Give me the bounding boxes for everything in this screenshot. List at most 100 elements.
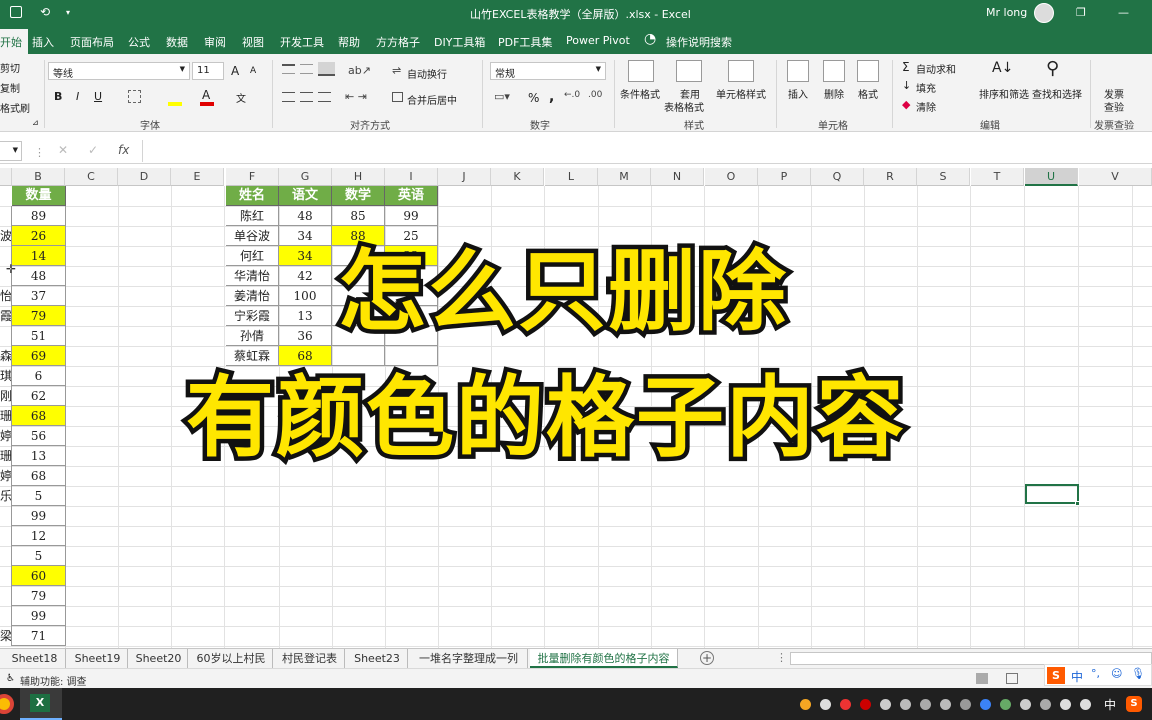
- tray-icon-shield[interactable]: [800, 699, 811, 710]
- sheet-tab[interactable]: Sheet18: [4, 649, 66, 668]
- autosum-button[interactable]: 自动求和: [916, 61, 956, 76]
- bold-button[interactable]: B: [54, 90, 62, 103]
- shrink-font-button[interactable]: A: [250, 66, 256, 76]
- tray-icon-a[interactable]: [880, 699, 891, 710]
- tab-fangfang[interactable]: 方方格子: [376, 34, 420, 50]
- tray-icon-b[interactable]: [900, 699, 911, 710]
- tray-icon-f[interactable]: [1000, 699, 1011, 710]
- table-header-cell[interactable]: 姓名: [226, 186, 279, 206]
- format-painter-button[interactable]: 格式刷: [0, 100, 30, 115]
- tab-developer[interactable]: 开发工具: [280, 34, 324, 50]
- cell-b-value[interactable]: 69: [12, 346, 66, 366]
- tab-view[interactable]: 视图: [242, 34, 264, 50]
- save-icon[interactable]: [10, 6, 22, 18]
- column-header-m[interactable]: M: [598, 168, 651, 186]
- tray-icon-d[interactable]: [940, 699, 951, 710]
- wrap-text-button[interactable]: 自动换行: [407, 66, 447, 81]
- selected-cell[interactable]: [1025, 484, 1079, 504]
- volume-icon[interactable]: [1080, 699, 1091, 710]
- cell-a-fragment[interactable]: 琪: [0, 366, 12, 386]
- cell-b-value[interactable]: 60: [12, 566, 66, 586]
- tab-pdf[interactable]: PDF工具集: [498, 34, 552, 50]
- cell-b-value[interactable]: 89: [12, 206, 66, 226]
- cell-a-fragment[interactable]: [0, 506, 12, 526]
- cell-b-value[interactable]: 99: [12, 606, 66, 626]
- column-header-r[interactable]: R: [864, 168, 917, 186]
- ime-toolbar[interactable]: S 中 °, ☺ 🎙: [1044, 664, 1152, 686]
- insert-cells-button[interactable]: 插入: [788, 86, 808, 101]
- cell-b-value[interactable]: 37: [12, 286, 66, 306]
- enter-icon[interactable]: ✓: [88, 143, 98, 157]
- table-cell-name[interactable]: 单谷波: [226, 226, 279, 246]
- cell-a-fragment[interactable]: 霞: [0, 306, 12, 326]
- currency-icon[interactable]: ▭▾: [494, 90, 510, 103]
- table-cell-yuwen[interactable]: 100: [279, 286, 332, 306]
- cell-styles-icon[interactable]: [728, 60, 754, 82]
- column-header-t[interactable]: T: [971, 168, 1024, 186]
- cancel-icon[interactable]: ✕: [58, 143, 68, 157]
- cell-a-fragment[interactable]: [0, 546, 12, 566]
- formula-input[interactable]: [142, 140, 1152, 162]
- excel-taskbar-button[interactable]: X: [20, 688, 62, 720]
- align-left-icon[interactable]: [282, 92, 295, 102]
- sheet-tab[interactable]: 批量删除有颜色的格子内容: [530, 649, 678, 668]
- name-box[interactable]: ▼: [0, 141, 22, 161]
- table-cell-yuwen[interactable]: 36: [279, 326, 332, 346]
- table-cell-yuwen[interactable]: 34: [279, 226, 332, 246]
- avatar[interactable]: [1034, 3, 1054, 23]
- tab-data[interactable]: 数据: [166, 34, 188, 50]
- table-cell-name[interactable]: 华清怡: [226, 266, 279, 286]
- align-middle-icon[interactable]: [300, 64, 313, 74]
- ribbon-display-icon[interactable]: ❐: [1076, 6, 1086, 19]
- format-cells-button[interactable]: 格式: [858, 86, 878, 101]
- table-cell-name[interactable]: 孙倩: [226, 326, 279, 346]
- ime-taskbar-mode[interactable]: 中: [1104, 696, 1116, 713]
- percent-button[interactable]: %: [528, 91, 539, 105]
- cell-b-value[interactable]: 5: [12, 486, 66, 506]
- invoice-check-l2[interactable]: 查验: [1104, 99, 1124, 114]
- tray-icon-sogou[interactable]: [840, 699, 851, 710]
- table-cell-yuwen[interactable]: 42: [279, 266, 332, 286]
- tell-me-search[interactable]: 操作说明搜索: [666, 34, 732, 50]
- align-center-icon[interactable]: [300, 92, 313, 102]
- find-select-button[interactable]: 查找和选择: [1032, 86, 1082, 101]
- column-header-l[interactable]: L: [545, 168, 598, 186]
- tab-review[interactable]: 审阅: [204, 34, 226, 50]
- cell-b-value[interactable]: 6: [12, 366, 66, 386]
- sheet-tab[interactable]: Sheet23: [347, 649, 408, 668]
- table-cell-shuxue[interactable]: 85: [332, 206, 385, 226]
- table-header-cell[interactable]: 数学: [332, 186, 385, 206]
- tab-help[interactable]: 帮助: [338, 34, 360, 50]
- table-header-cell[interactable]: 英语: [385, 186, 438, 206]
- cell-b-value[interactable]: 99: [12, 506, 66, 526]
- cell-a-fragment[interactable]: [0, 606, 12, 626]
- column-header-s[interactable]: S: [917, 168, 970, 186]
- tray-icon-sync[interactable]: [820, 699, 831, 710]
- clear-button[interactable]: 清除: [916, 99, 936, 114]
- phonetic-button[interactable]: 文: [236, 90, 246, 105]
- cut-button[interactable]: 剪切: [0, 60, 20, 75]
- table-cell-name[interactable]: 陈红: [226, 206, 279, 226]
- orientation-icon[interactable]: ab↗: [348, 64, 371, 77]
- cell-b-value[interactable]: 62: [12, 386, 66, 406]
- tray-icon-h[interactable]: [1040, 699, 1051, 710]
- merge-center-button[interactable]: 合并后居中: [407, 92, 457, 107]
- column-header-q[interactable]: Q: [811, 168, 864, 186]
- cell-b-value[interactable]: 5: [12, 546, 66, 566]
- align-bottom-icon[interactable]: [318, 62, 335, 76]
- column-header-e[interactable]: E: [171, 168, 224, 186]
- cell-a-fragment[interactable]: [0, 586, 12, 606]
- column-header-k[interactable]: K: [491, 168, 544, 186]
- cell-a-fragment[interactable]: 婷: [0, 466, 12, 486]
- indent-icon[interactable]: ⇤ ⇥: [345, 90, 367, 103]
- decrease-decimal-icon[interactable]: .00: [588, 90, 602, 100]
- cell-b-value[interactable]: 51: [12, 326, 66, 346]
- clipboard-launcher-icon[interactable]: ⊿: [32, 118, 39, 127]
- delete-cells-button[interactable]: 删除: [824, 86, 844, 101]
- copy-button[interactable]: 复制: [0, 80, 20, 95]
- sogou-tray-icon[interactable]: S: [1126, 696, 1142, 712]
- column-header-j[interactable]: J: [438, 168, 491, 186]
- cell-b-value[interactable]: 79: [12, 586, 66, 606]
- new-sheet-button[interactable]: +: [700, 651, 714, 665]
- tray-icon-g[interactable]: [1020, 699, 1031, 710]
